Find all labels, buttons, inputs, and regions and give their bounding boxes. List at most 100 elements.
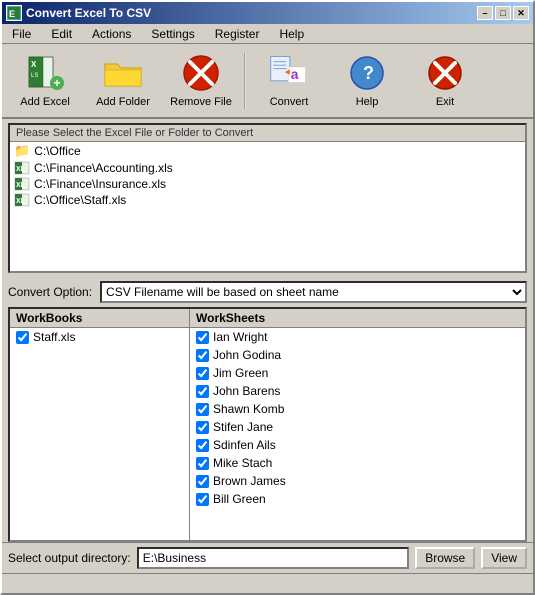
worksheet-check-7[interactable] bbox=[196, 439, 209, 452]
convert-icon: a bbox=[269, 54, 309, 92]
exit-icon bbox=[425, 54, 465, 92]
worksheet-name-10: Bill Green bbox=[213, 492, 266, 506]
worksheets-header: WorkSheets bbox=[190, 309, 525, 328]
add-folder-icon bbox=[103, 54, 143, 92]
worksheet-item-2[interactable]: John Godina bbox=[190, 346, 525, 364]
workbook-item-1[interactable]: Staff.xls bbox=[10, 328, 189, 346]
svg-text:+: + bbox=[54, 76, 61, 90]
workbooks-panel: WorkBooks Staff.xls bbox=[10, 309, 190, 540]
menu-file[interactable]: File bbox=[6, 25, 37, 43]
remove-file-label: Remove File bbox=[170, 96, 232, 108]
svg-text:XL: XL bbox=[16, 182, 26, 189]
toolbar-separator bbox=[244, 53, 246, 109]
worksheet-item-8[interactable]: Mike Stach bbox=[190, 454, 525, 472]
worksheet-name-2: John Godina bbox=[213, 348, 281, 362]
xls-icon-2: XL bbox=[14, 161, 30, 175]
add-excel-icon: X LS + bbox=[25, 54, 65, 92]
worksheet-name-1: Ian Wright bbox=[213, 330, 267, 344]
convert-button[interactable]: a Convert bbox=[254, 49, 324, 113]
worksheet-item-1[interactable]: Ian Wright bbox=[190, 328, 525, 346]
worksheet-check-6[interactable] bbox=[196, 421, 209, 434]
file-item-1[interactable]: 📁 C:\Office bbox=[10, 142, 525, 160]
maximize-button[interactable]: □ bbox=[495, 6, 511, 20]
worksheet-name-4: John Barens bbox=[213, 384, 280, 398]
worksheet-item-10[interactable]: Bill Green bbox=[190, 490, 525, 508]
worksheet-check-2[interactable] bbox=[196, 349, 209, 362]
window-icon: E bbox=[6, 5, 22, 21]
add-folder-button[interactable]: Add Folder bbox=[88, 49, 158, 113]
workbooks-header: WorkBooks bbox=[10, 309, 189, 328]
worksheet-item-3[interactable]: Jim Green bbox=[190, 364, 525, 382]
svg-text:E: E bbox=[9, 9, 15, 19]
help-icon: ? bbox=[347, 54, 387, 92]
worksheet-name-6: Stifen Jane bbox=[213, 420, 273, 434]
worksheet-check-1[interactable] bbox=[196, 331, 209, 344]
worksheet-name-3: Jim Green bbox=[213, 366, 268, 380]
exit-label: Exit bbox=[436, 96, 454, 108]
worksheet-check-9[interactable] bbox=[196, 475, 209, 488]
help-button[interactable]: ? Help bbox=[332, 49, 402, 113]
file-path-1: C:\Office bbox=[34, 144, 80, 158]
convert-option-select[interactable]: CSV Filename will be based on sheet name… bbox=[100, 281, 527, 303]
window-title: Convert Excel To CSV bbox=[26, 6, 151, 20]
worksheet-check-8[interactable] bbox=[196, 457, 209, 470]
worksheet-check-5[interactable] bbox=[196, 403, 209, 416]
file-list: Please Select the Excel File or Folder t… bbox=[8, 123, 527, 273]
folder-icon: 📁 bbox=[14, 143, 30, 159]
remove-file-button[interactable]: Remove File bbox=[166, 49, 236, 113]
file-path-2: C:\Finance\Accounting.xls bbox=[34, 161, 173, 175]
output-directory-input[interactable] bbox=[137, 547, 409, 569]
svg-text:a: a bbox=[291, 66, 299, 82]
exit-button[interactable]: Exit bbox=[410, 49, 480, 113]
worksheet-check-10[interactable] bbox=[196, 493, 209, 506]
output-row: Select output directory: Browse View bbox=[2, 542, 533, 573]
bottom-panels: WorkBooks Staff.xls WorkSheets Ian Wrigh… bbox=[8, 307, 527, 542]
view-button[interactable]: View bbox=[481, 547, 527, 569]
toolbar: X LS + Add Excel Add Folder bbox=[2, 44, 533, 119]
menu-edit[interactable]: Edit bbox=[45, 25, 78, 43]
convert-option-label: Convert Option: bbox=[8, 285, 92, 299]
worksheet-item-6[interactable]: Stifen Jane bbox=[190, 418, 525, 436]
worksheet-name-7: Sdinfen Ails bbox=[213, 438, 276, 452]
svg-text:?: ? bbox=[363, 63, 374, 83]
worksheet-item-4[interactable]: John Barens bbox=[190, 382, 525, 400]
worksheet-item-9[interactable]: Brown James bbox=[190, 472, 525, 490]
file-item-4[interactable]: XL C:\Office\Staff.xls bbox=[10, 192, 525, 208]
worksheet-check-4[interactable] bbox=[196, 385, 209, 398]
workbooks-content: Staff.xls bbox=[10, 328, 189, 540]
worksheets-panel: WorkSheets Ian Wright John Godina Jim Gr… bbox=[190, 309, 525, 540]
svg-text:X: X bbox=[31, 60, 37, 69]
main-window: E Convert Excel To CSV – □ ✕ File Edit A… bbox=[0, 0, 535, 595]
add-excel-label: Add Excel bbox=[20, 96, 70, 108]
menu-actions[interactable]: Actions bbox=[86, 25, 137, 43]
browse-button[interactable]: Browse bbox=[415, 547, 475, 569]
xls-icon-3: XL bbox=[14, 177, 30, 191]
worksheet-name-9: Brown James bbox=[213, 474, 286, 488]
add-folder-label: Add Folder bbox=[96, 96, 150, 108]
menu-bar: File Edit Actions Settings Register Help bbox=[2, 24, 533, 44]
file-item-2[interactable]: XL C:\Finance\Accounting.xls bbox=[10, 160, 525, 176]
remove-file-icon bbox=[181, 54, 221, 92]
file-path-3: C:\Finance\Insurance.xls bbox=[34, 177, 166, 191]
menu-register[interactable]: Register bbox=[209, 25, 266, 43]
svg-text:LS: LS bbox=[31, 73, 38, 79]
convert-option-row: Convert Option: CSV Filename will be bas… bbox=[2, 277, 533, 307]
workbook-checkbox-1[interactable] bbox=[16, 331, 29, 344]
svg-text:XL: XL bbox=[16, 198, 26, 205]
menu-settings[interactable]: Settings bbox=[145, 25, 200, 43]
help-label: Help bbox=[356, 96, 379, 108]
file-item-3[interactable]: XL C:\Finance\Insurance.xls bbox=[10, 176, 525, 192]
minimize-button[interactable]: – bbox=[477, 6, 493, 20]
worksheet-item-5[interactable]: Shawn Komb bbox=[190, 400, 525, 418]
file-path-4: C:\Office\Staff.xls bbox=[34, 193, 126, 207]
convert-label: Convert bbox=[270, 96, 309, 108]
worksheet-item-7[interactable]: Sdinfen Ails bbox=[190, 436, 525, 454]
close-button[interactable]: ✕ bbox=[513, 6, 529, 20]
xls-icon-4: XL bbox=[14, 193, 30, 207]
status-bar bbox=[2, 573, 533, 593]
worksheet-check-3[interactable] bbox=[196, 367, 209, 380]
menu-help[interactable]: Help bbox=[273, 25, 310, 43]
worksheets-content: Ian Wright John Godina Jim Green John Ba… bbox=[190, 328, 525, 540]
title-bar: E Convert Excel To CSV – □ ✕ bbox=[2, 2, 533, 24]
add-excel-button[interactable]: X LS + Add Excel bbox=[10, 49, 80, 113]
